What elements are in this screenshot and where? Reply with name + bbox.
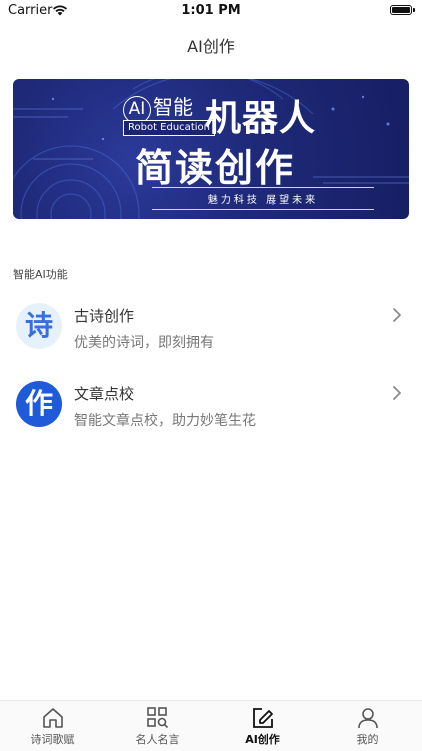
article-icon: 作 <box>16 381 62 427</box>
clock: 1:01 PM <box>181 3 241 18</box>
banner-headline-1: 机器人 <box>205 98 317 139</box>
home-icon <box>43 708 63 728</box>
banner-headline-2: 简读创作 <box>135 146 296 190</box>
banner-robot-label: Robot Education <box>123 120 215 136</box>
feature-poetry-creation[interactable]: 诗 古诗创作 优美的诗词，即刻拥有 <box>0 294 422 364</box>
page-title: AI创作 <box>187 37 235 56</box>
status-bar: Carrier 1:01 PM <box>0 0 422 22</box>
edit-icon <box>253 708 273 728</box>
feature-subtitle: 智能文章点校，助力妙笔生花 <box>74 413 256 429</box>
tab-quotes[interactable]: 名人名言 <box>105 701 210 751</box>
tab-profile[interactable]: 我的 <box>315 701 420 751</box>
tab-label: 诗词歌赋 <box>30 733 75 746</box>
chevron-right-icon <box>393 386 401 400</box>
feature-title: 文章点校 <box>74 385 135 403</box>
feature-subtitle: 优美的诗词，即刻拥有 <box>74 335 214 351</box>
tab-bar: 诗词歌赋 名人名言 AI创作 我的 <box>0 700 422 751</box>
section-title: 智能AI功能 <box>13 268 68 281</box>
battery-icon <box>390 5 415 15</box>
tab-poetry[interactable]: 诗词歌赋 <box>0 701 105 751</box>
tab-label: 名人名言 <box>135 733 180 746</box>
tab-label: AI创作 <box>245 733 280 746</box>
tab-ai-creation[interactable]: AI创作 <box>210 701 315 751</box>
tab-label: 我的 <box>356 733 379 746</box>
article-glyph: 作 <box>24 387 53 420</box>
chevron-right-icon <box>393 308 401 322</box>
grid-search-icon <box>147 707 169 729</box>
banner-tagline: 魅力科技 展望未来 <box>152 187 374 210</box>
user-icon <box>358 708 378 729</box>
banner-ai-text: 智能 <box>153 95 193 119</box>
poem-icon: 诗 <box>16 303 62 349</box>
poem-glyph: 诗 <box>24 309 53 342</box>
feature-article-proofreading[interactable]: 作 文章点校 智能文章点校，助力妙笔生花 <box>0 372 422 442</box>
promo-banner[interactable]: AI 智能 Robot Education 机器人 简读创作 魅力科技 展望未来 <box>13 79 409 219</box>
feature-title: 古诗创作 <box>74 307 135 325</box>
